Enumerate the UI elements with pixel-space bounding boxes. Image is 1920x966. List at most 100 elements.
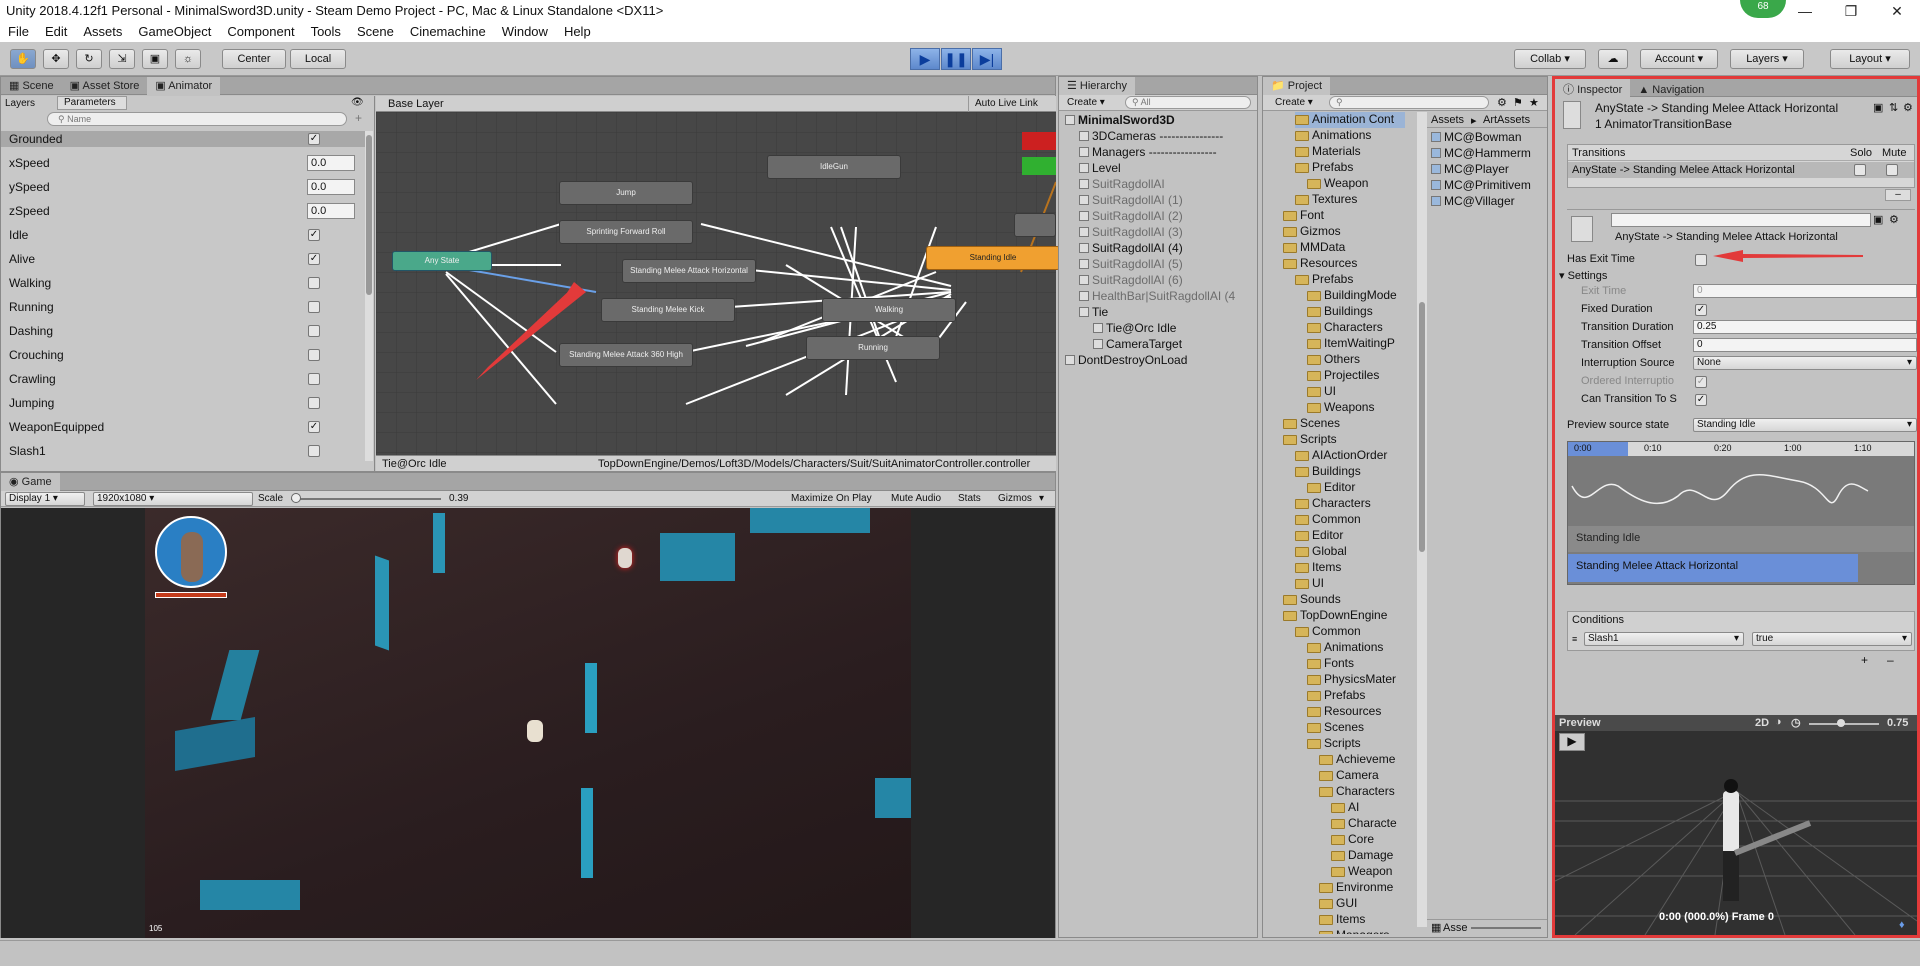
pause-button[interactable]: ❚❚ [941,48,971,70]
param-bool-checkbox[interactable]: ✓ [308,421,320,433]
project-folder-item[interactable]: Gizmos [1283,224,1341,240]
param-row[interactable]: Walking [1,275,365,291]
menu-edit[interactable]: Edit [37,22,75,39]
param-bool-checkbox[interactable] [308,373,320,385]
project-folder-item[interactable]: Buildings [1295,464,1361,480]
speed-icon[interactable]: ◷ [1791,716,1801,729]
help-icon[interactable]: ▣ [1873,101,1883,114]
node-running[interactable]: Running [806,336,940,360]
project-folder-item[interactable]: Characte [1331,816,1397,832]
node-any-state[interactable]: Any State [392,251,492,271]
gear-icon[interactable]: ⚙ [1903,101,1913,114]
project-folder-item[interactable]: Animation Cont [1295,112,1405,128]
fixed-duration-checkbox[interactable]: ✓ [1695,304,1707,316]
menu-window[interactable]: Window [494,22,556,39]
collab-dropdown[interactable]: Collab ▾ [1514,49,1586,69]
node-standing-idle[interactable]: Standing Idle [926,246,1060,270]
project-folder-item[interactable]: Core [1331,832,1374,848]
exit-time-field[interactable]: 0 [1693,284,1917,298]
pivot-center-button[interactable]: Center [222,49,286,69]
hierarchy-item[interactable]: Level [1079,161,1121,177]
project-folder-item[interactable]: Prefabs [1307,688,1365,704]
project-folder-item[interactable]: Editor [1307,480,1355,496]
tab-asset-store[interactable]: ▣ Asset Store [62,77,148,95]
project-folder-item[interactable]: Font [1283,208,1324,224]
project-folder-item[interactable]: Resources [1283,256,1357,272]
remove-transition-button[interactable]: – [1885,189,1911,201]
menu-scene[interactable]: Scene [349,22,402,39]
filter-type-icon[interactable]: ⚙ [1497,96,1507,109]
drag-handle-icon[interactable]: ≡ [1572,634,1577,644]
filter-label-icon[interactable]: ⚑ [1513,96,1523,109]
project-folder-item[interactable]: Materials [1295,144,1361,160]
mute-checkbox[interactable] [1886,164,1898,176]
transition-row[interactable]: AnyState -> Standing Melee Attack Horizo… [1568,162,1914,178]
hand-tool-icon[interactable]: ✋ [10,49,36,69]
tab-scene[interactable]: ▦ Scene [1,77,62,95]
menu-assets[interactable]: Assets [75,22,130,39]
param-row[interactable]: Slash1 [1,443,365,459]
param-bool-checkbox[interactable]: ✓ [308,229,320,241]
node-jump[interactable]: Jump [559,181,693,205]
param-row[interactable]: Dashing [1,323,365,339]
project-folder-item[interactable]: MMData [1283,240,1345,256]
hierarchy-item[interactable]: 3DCameras ---------------- [1079,129,1223,145]
remove-condition-button[interactable]: – [1887,653,1894,667]
hierarchy-item[interactable]: SuitRagdollAI (1) [1079,193,1183,209]
asset-item[interactable]: MC@Hammerm [1431,146,1531,162]
project-folder-item[interactable]: Common [1295,624,1361,640]
tab-animator[interactable]: ▣ Animator [147,77,221,95]
hierarchy-item[interactable]: MinimalSword3D [1065,113,1175,129]
transition-name-input[interactable] [1611,213,1871,227]
hierarchy-item[interactable]: SuitRagdollAI (6) [1079,273,1183,289]
project-folder-item[interactable]: Weapon [1331,864,1392,880]
project-folder-item[interactable]: Global [1295,544,1347,560]
tab-inspector[interactable]: ⓘ Inspector [1555,79,1631,97]
node-walking[interactable]: Walking [822,298,956,322]
icon-size-slider[interactable] [1471,927,1541,929]
hierarchy-search-input[interactable]: ⚲ All [1125,96,1251,109]
has-exit-time-checkbox[interactable] [1695,254,1707,266]
param-row[interactable]: Crouching [1,347,365,363]
hierarchy-item[interactable]: SuitRagdollAI (2) [1079,209,1183,225]
menu-tools[interactable]: Tools [303,22,349,39]
asset-item[interactable]: MC@Bowman [1431,130,1522,146]
project-folder-item[interactable]: Characters [1319,784,1395,800]
add-condition-button[interactable]: + [1861,653,1868,667]
gizmos-button[interactable]: Gizmos [998,493,1032,504]
transform-tool-icon[interactable]: ☼ [175,49,201,69]
param-row[interactable]: Running [1,299,365,315]
project-folder-item[interactable]: Weapons [1307,400,1374,416]
step-button[interactable]: ▶| [972,48,1002,70]
solo-checkbox[interactable] [1854,164,1866,176]
scale-slider[interactable] [291,493,441,503]
play-button[interactable]: ▶ [910,48,940,70]
hierarchy-create-button[interactable]: Create ▾ [1067,97,1105,108]
node-standing-melee-attack-horizontal[interactable]: Standing Melee Attack Horizontal [622,259,756,283]
transition-timeline[interactable]: 0:00 0:10 0:20 1:00 1:10 Standing Idle S… [1567,441,1915,585]
hierarchy-item[interactable]: SuitRagdollAI (3) [1079,225,1183,241]
param-float-field[interactable]: 0.0 [307,203,355,219]
project-folder-item[interactable]: Prefabs [1295,160,1353,176]
param-bool-checkbox[interactable]: ✓ [308,253,320,265]
track-standing-idle[interactable]: Standing Idle [1568,526,1914,552]
hierarchy-item[interactable]: SuitRagdollAI (5) [1079,257,1183,273]
param-bool-checkbox[interactable] [308,277,320,289]
preview-source-dropdown[interactable]: Standing Idle ▾ [1693,418,1917,432]
param-bool-checkbox[interactable] [308,325,320,337]
param-row[interactable]: xSpeed 0.0 [1,155,365,171]
param-float-field[interactable]: 0.0 [307,179,355,195]
param-bool-checkbox[interactable] [308,397,320,409]
account-dropdown[interactable]: Account ▾ [1640,49,1718,69]
add-param-icon[interactable]: + [355,111,362,125]
project-folder-item[interactable]: Achieveme [1319,752,1395,768]
project-folder-item[interactable]: Camera [1319,768,1379,784]
project-folder-item[interactable]: Fonts [1307,656,1354,672]
layers-dropdown[interactable]: Layers ▾ [1730,49,1804,69]
transition-duration-field[interactable]: 0.25 [1693,320,1917,334]
project-folder-item[interactable]: Scenes [1283,416,1340,432]
menu-file[interactable]: File [0,22,37,39]
display-dropdown[interactable]: Display 1 ▾ [5,492,85,506]
project-folder-item[interactable]: Projectiles [1307,368,1379,384]
minimize-button[interactable]: — [1782,0,1828,22]
